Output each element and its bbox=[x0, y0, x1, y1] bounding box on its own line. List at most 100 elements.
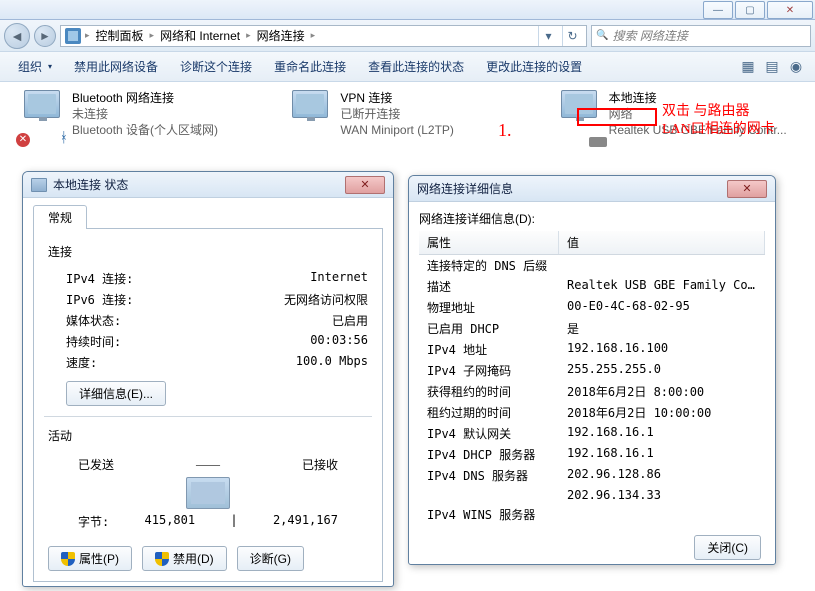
dialog-title: 本地连接 状态 bbox=[53, 176, 339, 193]
table-row[interactable]: IPv4 地址192.168.16.100 bbox=[419, 339, 765, 360]
rename-button[interactable]: 重命名此连接 bbox=[264, 54, 356, 79]
label: 媒体状态: bbox=[48, 312, 121, 329]
chevron-right-icon: ▸ bbox=[85, 30, 90, 41]
search-input[interactable]: 搜索 网络连接 bbox=[591, 25, 811, 47]
help-button[interactable]: ◉ bbox=[785, 56, 807, 78]
view-status-button[interactable]: 查看此连接的状态 bbox=[358, 54, 474, 79]
section-connection: 连接 bbox=[48, 243, 368, 260]
property-cell: 描述 bbox=[419, 277, 559, 296]
adapter-device: Bluetooth 设备(个人区域网) bbox=[72, 122, 258, 138]
adapter-name: VPN 连接 bbox=[340, 90, 526, 106]
column-property[interactable]: 属性 bbox=[419, 231, 559, 254]
window-titlebar: — ▢ ✕ bbox=[0, 0, 815, 20]
adapter-bluetooth[interactable]: ✕ ᚼ Bluetooth 网络连接 未连接 Bluetooth 设备(个人区域… bbox=[20, 90, 258, 139]
change-settings-button[interactable]: 更改此连接的设置 bbox=[476, 54, 592, 79]
dialog-close-button[interactable]: ✕ bbox=[345, 176, 385, 194]
adapter-name: Bluetooth 网络连接 bbox=[72, 90, 258, 106]
bluetooth-icon: ᚼ bbox=[60, 129, 68, 145]
breadcrumb[interactable]: 网络和 Internet bbox=[158, 27, 242, 44]
value-cell: 255.255.255.0 bbox=[559, 361, 765, 380]
label: 持续时间: bbox=[48, 333, 121, 350]
value-cell: 2018年6月2日 10:00:00 bbox=[559, 403, 765, 422]
close-button[interactable]: 关闭(C) bbox=[694, 535, 761, 560]
section-activity: 活动 bbox=[48, 427, 368, 444]
preview-pane-button[interactable]: ▤ bbox=[761, 56, 783, 78]
organize-menu[interactable]: 组织 bbox=[8, 54, 62, 79]
table-row[interactable]: 连接特定的 DNS 后缀 bbox=[419, 255, 765, 276]
sent-bytes: 415,801 bbox=[145, 513, 196, 530]
chevron-right-icon: ▸ bbox=[311, 30, 316, 41]
property-cell: IPv4 DHCP 服务器 bbox=[419, 445, 559, 464]
chevron-right-icon: ▸ bbox=[150, 30, 155, 41]
table-row[interactable]: IPv4 子网掩码255.255.255.0 bbox=[419, 360, 765, 381]
monitor-icon bbox=[561, 90, 597, 118]
property-cell: IPv4 默认网关 bbox=[419, 424, 559, 443]
dialog-close-button[interactable]: ✕ bbox=[727, 180, 767, 198]
monitor-icon bbox=[292, 90, 328, 118]
adapter-status: 已断开连接 bbox=[340, 106, 526, 122]
shield-icon bbox=[61, 552, 75, 566]
table-row[interactable]: 物理地址00-E0-4C-68-02-95 bbox=[419, 297, 765, 318]
ethernet-plug-icon bbox=[589, 137, 607, 147]
adapter-lan[interactable]: 本地连接 网络 Realtek USB GBE Family Contr... bbox=[557, 90, 795, 139]
breadcrumb[interactable]: 控制面板 bbox=[94, 27, 146, 44]
status-dialog: 本地连接 状态 ✕ 常规 连接 IPv4 连接:Internet IPv6 连接… bbox=[22, 171, 394, 587]
table-row[interactable]: 202.96.134.33 bbox=[419, 486, 765, 504]
value-cell: 202.96.128.86 bbox=[559, 466, 765, 485]
table-row[interactable]: IPv4 DNS 服务器202.96.128.86 bbox=[419, 465, 765, 486]
value-cell bbox=[559, 256, 765, 275]
tab-general[interactable]: 常规 bbox=[33, 205, 87, 229]
minimize-button[interactable]: — bbox=[703, 1, 733, 19]
property-cell: 租约过期的时间 bbox=[419, 403, 559, 422]
table-row[interactable]: 已启用 DHCP是 bbox=[419, 318, 765, 339]
table-row[interactable]: IPv4 默认网关192.168.16.1 bbox=[419, 423, 765, 444]
breadcrumb[interactable]: 网络连接 bbox=[255, 27, 307, 44]
chevron-right-icon: ▸ bbox=[246, 30, 251, 41]
adapter-status: 网络 bbox=[609, 106, 795, 122]
value-cell: 192.168.16.1 bbox=[559, 445, 765, 464]
command-toolbar: 组织 禁用此网络设备 诊断这个连接 重命名此连接 查看此连接的状态 更改此连接的… bbox=[0, 52, 815, 82]
address-bar[interactable]: ▸ 控制面板 ▸ 网络和 Internet ▸ 网络连接 ▸ ▾ ↻ bbox=[60, 25, 587, 47]
adapter-name: 本地连接 bbox=[609, 90, 795, 106]
received-label: 已接收 bbox=[302, 456, 338, 473]
diagnose-button[interactable]: 诊断这个连接 bbox=[170, 54, 262, 79]
diagnose-button[interactable]: 诊断(G) bbox=[237, 546, 304, 571]
close-button[interactable]: ✕ bbox=[767, 1, 813, 19]
disable-device-button[interactable]: 禁用此网络设备 bbox=[64, 54, 168, 79]
value-cell: 00-E0-4C-68-02-95 bbox=[559, 298, 765, 317]
value: Internet bbox=[310, 270, 368, 287]
value-cell: 202.96.134.33 bbox=[559, 487, 765, 503]
label: 速度: bbox=[48, 354, 97, 371]
disable-button[interactable]: 禁用(D) bbox=[142, 546, 227, 571]
column-value[interactable]: 值 bbox=[559, 231, 765, 254]
property-cell: 连接特定的 DNS 后缀 bbox=[419, 256, 559, 275]
adapter-vpn[interactable]: VPN 连接 已断开连接 WAN Miniport (L2TP) bbox=[288, 90, 526, 139]
dialog-title: 网络连接详细信息 bbox=[417, 180, 721, 197]
value-cell: 是 bbox=[559, 319, 765, 338]
dialog-titlebar: 网络连接详细信息 ✕ bbox=[409, 176, 775, 202]
nav-back-button[interactable]: ◄ bbox=[4, 23, 30, 49]
table-row[interactable]: 描述Realtek USB GBE Family Control bbox=[419, 276, 765, 297]
network-icon bbox=[31, 178, 47, 192]
table-row[interactable]: 租约过期的时间2018年6月2日 10:00:00 bbox=[419, 402, 765, 423]
details-button[interactable]: 详细信息(E)... bbox=[66, 381, 166, 406]
nav-forward-button[interactable]: ► bbox=[34, 25, 56, 47]
shield-icon bbox=[155, 552, 169, 566]
value: 100.0 Mbps bbox=[296, 354, 368, 371]
disconnected-icon: ✕ bbox=[16, 133, 30, 147]
group-label: 网络连接详细信息(D): bbox=[419, 210, 765, 227]
adapter-status: 未连接 bbox=[72, 106, 258, 122]
dash-separator: —— bbox=[196, 457, 220, 472]
property-cell: 获得租约的时间 bbox=[419, 382, 559, 401]
refresh-button[interactable]: ↻ bbox=[562, 26, 582, 46]
table-row[interactable]: IPv4 WINS 服务器 bbox=[419, 504, 765, 525]
table-row[interactable]: 获得租约的时间2018年6月2日 8:00:00 bbox=[419, 381, 765, 402]
properties-button[interactable]: 属性(P) bbox=[48, 546, 132, 571]
property-cell bbox=[419, 487, 559, 503]
address-dropdown-button[interactable]: ▾ bbox=[538, 26, 558, 46]
view-icons-button[interactable]: ▦ bbox=[737, 56, 759, 78]
maximize-button[interactable]: ▢ bbox=[735, 1, 765, 19]
details-rows[interactable]: 连接特定的 DNS 后缀描述Realtek USB GBE Family Con… bbox=[419, 255, 765, 525]
table-row[interactable]: IPv4 DHCP 服务器192.168.16.1 bbox=[419, 444, 765, 465]
activity-icon bbox=[186, 477, 230, 509]
